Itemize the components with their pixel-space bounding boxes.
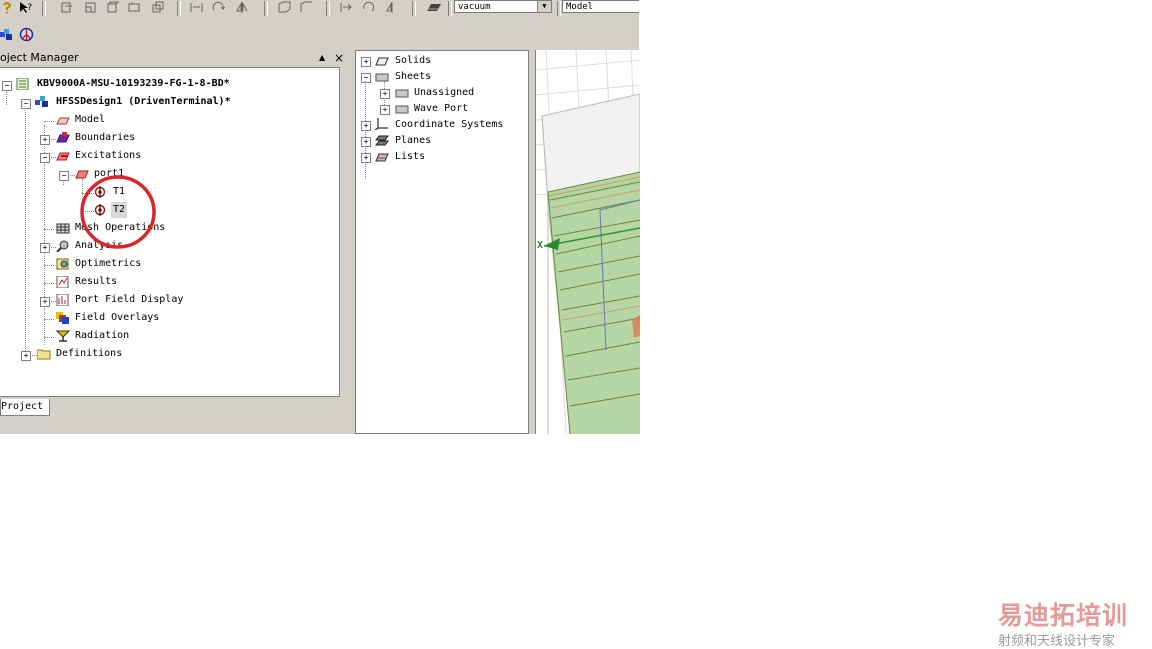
hfss-design-icon[interactable] [0, 28, 13, 41]
project-icon [16, 78, 29, 90]
model-3d-view: X [536, 50, 640, 434]
tree-boundaries[interactable]: Boundaries [75, 130, 135, 146]
model-icon [56, 117, 70, 125]
analysis-icon [56, 240, 69, 252]
tab-project[interactable]: Project [0, 399, 50, 416]
split-icon[interactable] [190, 1, 203, 14]
tree-definitions[interactable]: Definitions [56, 346, 122, 362]
svg-text:?: ? [27, 3, 32, 13]
collapse-project-toggle[interactable]: − [2, 81, 12, 91]
mirror-icon[interactable] [236, 1, 249, 14]
rotate2-icon[interactable] [362, 1, 375, 14]
tree-optimetrics[interactable]: Optimetrics [75, 256, 141, 272]
tree-unassigned[interactable]: Unassigned [414, 85, 474, 101]
secondary-toolbar [0, 18, 639, 48]
unassigned-icon [395, 89, 409, 98]
dropdown-arrow-icon[interactable]: ▼ [537, 1, 551, 12]
rect-icon[interactable] [128, 1, 141, 14]
planes-icon [375, 135, 389, 146]
tree-wave-port[interactable]: Wave Port [414, 101, 468, 117]
expand-lists-toggle[interactable]: + [361, 153, 371, 163]
model-viewport[interactable]: X [535, 50, 640, 434]
view-combo-value: Model [566, 2, 594, 12]
tree-project[interactable]: KBV9000A-MSU-10193239-FG-1-8-BD* [37, 76, 230, 92]
sheet-icon[interactable] [152, 1, 165, 14]
view-combo[interactable]: Model [562, 0, 639, 13]
folder-icon [37, 349, 51, 360]
expand-boundaries-toggle[interactable]: + [40, 135, 50, 145]
expand-wave-port-toggle[interactable]: + [380, 105, 390, 115]
boundaries-icon [56, 132, 70, 143]
project-tree: − KBV9000A-MSU-10193239-FG-1-8-BD* − HFS… [0, 67, 340, 397]
main-toolbar: ? vacuum ▼ Model [0, 0, 639, 19]
tree-design[interactable]: HFSSDesign1 (DrivenTerminal)* [56, 94, 231, 110]
tree-excitations[interactable]: Excitations [75, 148, 141, 164]
highlight-circle [80, 175, 156, 249]
radiation-icon [56, 330, 70, 342]
rotate-icon[interactable] [212, 1, 225, 14]
peace-design-icon[interactable] [19, 27, 34, 42]
material-combo-value: vacuum [458, 2, 491, 12]
lists-icon [375, 153, 389, 162]
watermark-logo: 易迪拓培训 [998, 601, 1129, 630]
sheets-icon [375, 73, 389, 82]
collapse-excitations-toggle[interactable]: − [40, 153, 50, 163]
material-icon[interactable] [426, 1, 442, 14]
material-combo[interactable]: vacuum ▼ [454, 0, 552, 13]
close-icon[interactable]: × [334, 50, 344, 66]
sketch-icon[interactable] [61, 1, 74, 14]
project-manager-title: oject Manager [0, 51, 79, 64]
tree-radiation[interactable]: Radiation [75, 328, 129, 344]
expand-port-field-toggle[interactable]: + [40, 297, 50, 307]
project-manager-titlebar: oject Manager ▲ × [0, 50, 346, 66]
axis-x-label: X [537, 240, 543, 251]
expand-analysis-toggle[interactable]: + [40, 243, 50, 253]
model-tree: + Solids − Sheets + Unassigned + Wave Po… [355, 50, 529, 434]
pin-icon[interactable]: ▲ [319, 50, 325, 66]
expand-unassigned-toggle[interactable]: + [380, 89, 390, 99]
move-icon[interactable] [340, 1, 353, 14]
face-icon[interactable] [278, 1, 291, 14]
coordinate-systems-icon [375, 118, 388, 130]
mirror2-icon[interactable] [386, 1, 399, 14]
tree-field-overlays[interactable]: Field Overlays [75, 310, 159, 326]
port-field-icon [56, 294, 69, 306]
expand-coord-toggle[interactable]: + [361, 121, 371, 131]
collapse-design-toggle[interactable]: − [21, 99, 31, 109]
tree-sheets[interactable]: Sheets [395, 69, 431, 85]
box-icon[interactable] [106, 1, 119, 14]
tree-results[interactable]: Results [75, 274, 117, 290]
excitations-icon [56, 152, 70, 161]
optimetrics-icon [56, 258, 69, 270]
expand-solids-toggle[interactable]: + [361, 57, 371, 67]
solids-icon [375, 57, 389, 66]
context-help-icon[interactable]: ? [19, 1, 32, 14]
collapse-port-toggle[interactable]: − [59, 171, 69, 181]
expand-definitions-toggle[interactable]: + [21, 351, 31, 361]
tree-lists[interactable]: Lists [395, 149, 425, 165]
help-icon[interactable] [1, 1, 14, 14]
expand-planes-toggle[interactable]: + [361, 137, 371, 147]
tree-coord[interactable]: Coordinate Systems [395, 117, 503, 133]
sketch2-icon[interactable] [84, 1, 97, 14]
tree-planes[interactable]: Planes [395, 133, 431, 149]
collapse-sheets-toggle[interactable]: − [361, 73, 371, 83]
results-icon [56, 276, 69, 288]
hfss-design-icon [35, 96, 48, 107]
wave-port-icon [395, 105, 409, 114]
tree-port-field[interactable]: Port Field Display [75, 292, 183, 308]
tree-model[interactable]: Model [75, 112, 105, 128]
field-overlays-icon [56, 312, 69, 324]
edge-icon[interactable] [300, 1, 313, 14]
tree-solids[interactable]: Solids [395, 53, 431, 69]
watermark-subtitle: 射频和天线设计专家 [998, 634, 1116, 649]
mesh-icon [56, 223, 70, 234]
